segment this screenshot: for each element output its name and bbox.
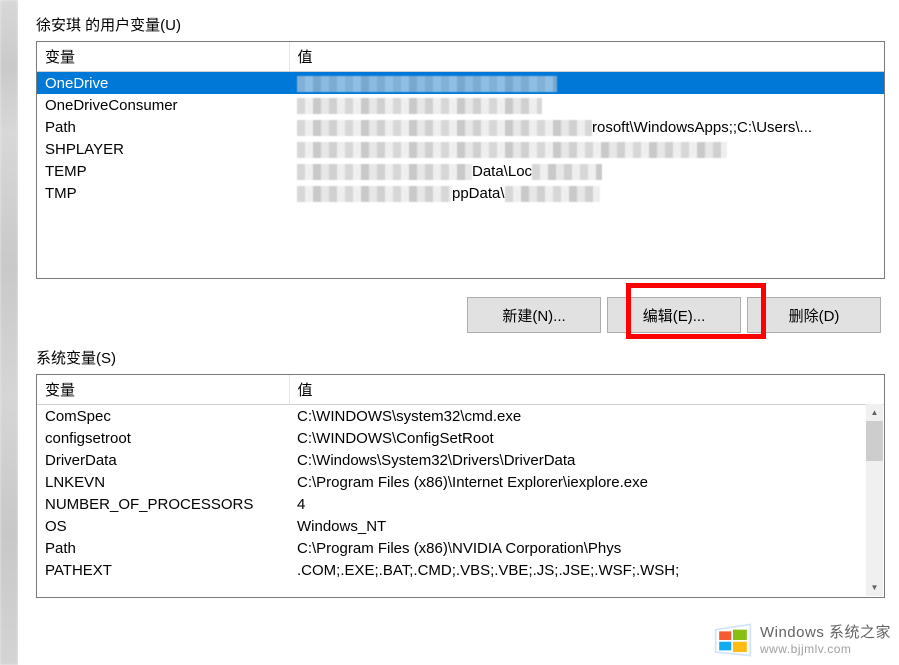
table-row[interactable]: TEMPData\Loc: [37, 160, 884, 182]
var-name-cell: SHPLAYER: [37, 138, 289, 160]
watermark-text: Windows 系统之家 www.bjjmlv.com: [760, 624, 891, 656]
var-name-cell: OneDrive: [37, 72, 289, 95]
delete-button[interactable]: 删除(D): [747, 297, 881, 333]
sys-vars-table[interactable]: 变量 值 ComSpecC:\WINDOWS\system32\cmd.exec…: [36, 374, 885, 598]
table-row[interactable]: OSWindows_NT: [37, 515, 884, 537]
var-value-cell: .COM;.EXE;.BAT;.CMD;.VBS;.VBE;.JS;.JSE;.…: [289, 559, 884, 581]
table-row[interactable]: SHPLAYER: [37, 138, 884, 160]
table-row[interactable]: configsetrootC:\WINDOWS\ConfigSetRoot: [37, 427, 884, 449]
var-value-cell: C:\Program Files (x86)\Internet Explorer…: [289, 471, 884, 493]
sys-table-header[interactable]: 变量 值: [37, 375, 884, 405]
col-header-variable[interactable]: 变量: [37, 375, 289, 405]
var-name-cell: ComSpec: [37, 405, 289, 428]
var-value-cell: [289, 138, 884, 160]
var-name-cell: OneDriveConsumer: [37, 94, 289, 116]
var-value-cell: rosoft\WindowsApps;;C:\Users\...: [289, 116, 884, 138]
var-name-cell: NUMBER_OF_PROCESSORS: [37, 493, 289, 515]
var-name-cell: DriverData: [37, 449, 289, 471]
var-value-cell: Data\Loc: [289, 160, 884, 182]
table-row[interactable]: LNKEVNC:\Program Files (x86)\Internet Ex…: [37, 471, 884, 493]
var-value-cell: Windows_NT: [289, 515, 884, 537]
table-row[interactable]: DriverDataC:\Windows\System32\Drivers\Dr…: [37, 449, 884, 471]
user-vars-table[interactable]: 变量 值 OneDriveOneDriveConsumerPathrosoft\…: [36, 41, 885, 279]
table-row[interactable]: PATHEXT.COM;.EXE;.BAT;.CMD;.VBS;.VBE;.JS…: [37, 559, 884, 581]
var-value-cell: C:\Windows\System32\Drivers\DriverData: [289, 449, 884, 471]
user-vars-label: 徐安琪 的用户变量(U): [36, 14, 885, 35]
table-row[interactable]: Pathrosoft\WindowsApps;;C:\Users\...: [37, 116, 884, 138]
var-name-cell: Path: [37, 537, 289, 559]
var-name-cell: PATHEXT: [37, 559, 289, 581]
scroll-up-icon[interactable]: ▲: [866, 404, 883, 421]
env-vars-dialog: 徐安琪 的用户变量(U) 变量 值 OneDriveOneDriveConsum…: [18, 0, 899, 665]
var-name-cell: Path: [37, 116, 289, 138]
var-value-cell: [289, 94, 884, 116]
left-edge-deco: [0, 0, 18, 665]
table-row[interactable]: PathC:\Program Files (x86)\NVIDIA Corpor…: [37, 537, 884, 559]
sys-scrollbar[interactable]: ▲ ▼: [866, 404, 883, 596]
table-row[interactable]: TMPppData\: [37, 182, 884, 204]
col-header-value[interactable]: 值: [289, 375, 884, 405]
new-button[interactable]: 新建(N)...: [467, 297, 601, 333]
user-table-header[interactable]: 变量 值: [37, 42, 884, 72]
table-row[interactable]: OneDriveConsumer: [37, 94, 884, 116]
var-name-cell: LNKEVN: [37, 471, 289, 493]
user-buttons-row: 新建(N)... 编辑(E)... 删除(D): [36, 297, 885, 333]
var-name-cell: TEMP: [37, 160, 289, 182]
var-value-cell: 4: [289, 493, 884, 515]
scroll-thumb[interactable]: [866, 421, 883, 461]
var-value-cell: C:\WINDOWS\ConfigSetRoot: [289, 427, 884, 449]
var-name-cell: configsetroot: [37, 427, 289, 449]
col-header-value[interactable]: 值: [289, 42, 884, 72]
scroll-down-icon[interactable]: ▼: [866, 579, 883, 596]
watermark-line2: www.bjjmlv.com: [760, 642, 891, 656]
sys-vars-label: 系统变量(S): [36, 347, 885, 368]
var-name-cell: TMP: [37, 182, 289, 204]
table-row[interactable]: NUMBER_OF_PROCESSORS4: [37, 493, 884, 515]
var-value-cell: C:\Program Files (x86)\NVIDIA Corporatio…: [289, 537, 884, 559]
table-row[interactable]: ComSpecC:\WINDOWS\system32\cmd.exe: [37, 405, 884, 428]
watermark: Windows 系统之家 www.bjjmlv.com: [712, 621, 891, 659]
watermark-line1: Windows 系统之家: [760, 624, 891, 642]
col-header-variable[interactable]: 变量: [37, 42, 289, 72]
table-row[interactable]: OneDrive: [37, 72, 884, 95]
var-value-cell: C:\WINDOWS\system32\cmd.exe: [289, 405, 884, 428]
windows-logo-icon: [712, 621, 754, 659]
var-value-cell: ppData\: [289, 182, 884, 204]
var-value-cell: [289, 72, 884, 95]
var-name-cell: OS: [37, 515, 289, 537]
edit-button[interactable]: 编辑(E)...: [607, 297, 741, 333]
